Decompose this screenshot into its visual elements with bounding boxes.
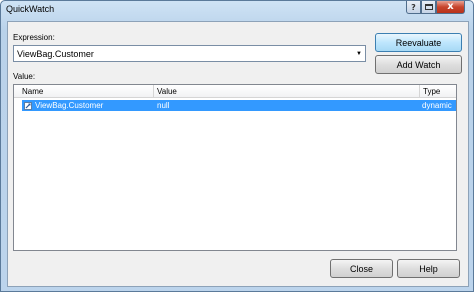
property-icon [24, 101, 32, 110]
grid-header: Name Value Type [14, 85, 456, 98]
row-value-cell: null [157, 101, 170, 110]
expression-input[interactable]: ViewBag.Customer [14, 49, 353, 59]
question-icon: ? [411, 2, 416, 12]
expression-combobox[interactable]: ViewBag.Customer ▼ [13, 45, 366, 62]
window-title: QuickWatch [6, 4, 55, 14]
restore-icon [424, 4, 433, 10]
row-name-text: ViewBag.Customer [35, 101, 104, 110]
dialog-client-area: Expression: ViewBag.Customer ▼ Reevaluat… [7, 21, 469, 287]
quickwatch-window: QuickWatch ? x Expression: ViewBag.Custo… [0, 0, 474, 292]
help-caption-button[interactable]: ? [406, 1, 421, 14]
title-bar[interactable]: QuickWatch ? x [1, 1, 473, 21]
column-header-type[interactable]: Type [420, 85, 456, 98]
restore-caption-button[interactable] [421, 1, 436, 14]
table-row[interactable]: ViewBag.Customer null dynamic [22, 100, 456, 111]
value-grid[interactable]: Name Value Type ViewBag.Customer null dy… [13, 84, 457, 251]
row-type-cell: dynamic [422, 101, 452, 110]
column-header-value[interactable]: Value [154, 85, 420, 98]
add-watch-button[interactable]: Add Watch [375, 55, 462, 74]
close-icon: x [447, 1, 454, 12]
column-header-name[interactable]: Name [14, 85, 154, 98]
row-name-cell: ViewBag.Customer [22, 100, 154, 111]
chevron-down-icon[interactable]: ▼ [353, 51, 365, 57]
close-caption-button[interactable]: x [436, 1, 465, 14]
help-button[interactable]: Help [397, 259, 460, 278]
close-button[interactable]: Close [330, 259, 393, 278]
expression-label: Expression: [13, 33, 55, 42]
value-label: Value: [13, 72, 36, 81]
reevaluate-button[interactable]: Reevaluate [375, 33, 462, 52]
